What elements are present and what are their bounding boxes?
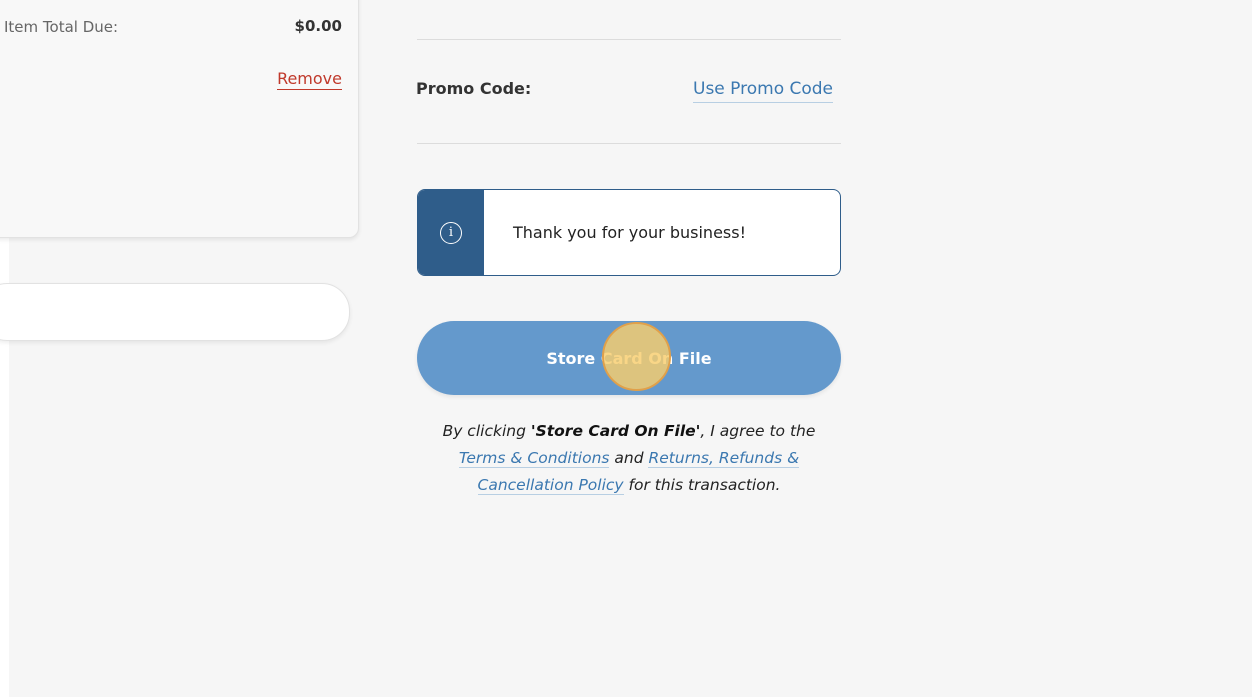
remove-link[interactable]: Remove: [277, 69, 342, 90]
terms-middle-text: , I agree to the: [700, 422, 816, 440]
divider: [417, 39, 841, 40]
terms-conditions-link[interactable]: Terms & Conditions: [458, 449, 610, 468]
item-total-label: Item Total Due:: [4, 18, 119, 36]
info-stripe: i: [418, 190, 484, 275]
card-input-field[interactable]: [0, 283, 350, 341]
item-total-value: $0.00: [294, 17, 342, 35]
terms-suffix: for this transaction.: [623, 476, 781, 494]
info-message-box: i Thank you for your business!: [417, 189, 841, 276]
terms-notice: By clicking 'Store Card On File', I agre…: [417, 418, 841, 499]
terms-button-name: 'Store Card On File': [530, 422, 701, 440]
order-summary-card: Item Total Due: $0.00 Remove: [0, 0, 359, 238]
promo-code-label: Promo Code:: [416, 79, 532, 98]
terms-and-text: and: [609, 449, 649, 467]
checkout-page: Item Total Due: $0.00 Remove Promo Code:…: [0, 0, 1252, 697]
use-promo-code-link[interactable]: Use Promo Code: [693, 79, 834, 103]
info-icon: i: [440, 221, 462, 244]
divider: [417, 143, 841, 144]
store-card-on-file-button[interactable]: Store Card On File: [417, 321, 841, 395]
terms-prefix: By clicking: [442, 422, 531, 440]
info-message-text: Thank you for your business!: [513, 223, 746, 242]
